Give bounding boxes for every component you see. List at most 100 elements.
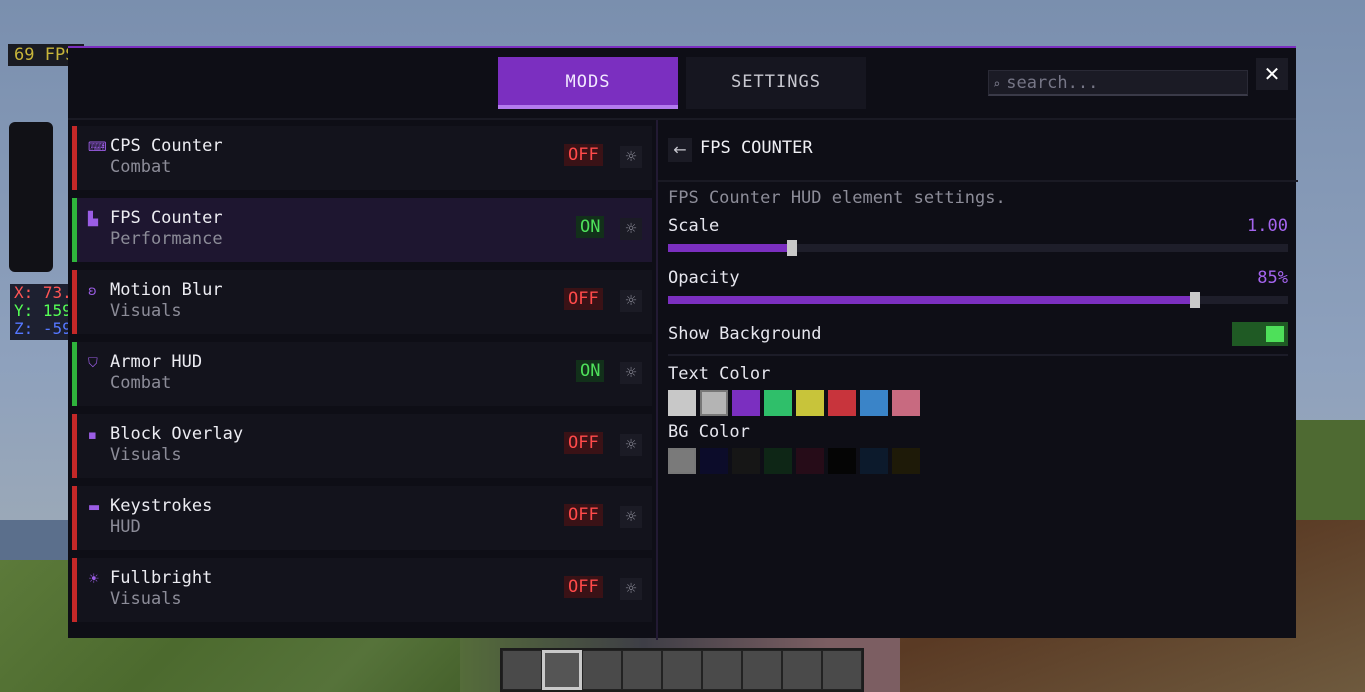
coord-z: Z: -59 <box>14 320 72 338</box>
opacity-slider-handle[interactable] <box>1190 292 1200 308</box>
gear-icon[interactable]: ☼ <box>620 506 642 528</box>
mod-status-stripe <box>72 126 77 190</box>
mod-name: Fullbright <box>110 568 213 588</box>
sun-icon: ☀ <box>88 572 100 587</box>
mod-toggle[interactable]: OFF <box>564 144 603 166</box>
text-color-label: Text Color <box>668 364 771 384</box>
mod-status-stripe <box>72 558 77 622</box>
hotbar-slot[interactable] <box>662 650 702 690</box>
text-color-swatches <box>668 390 920 416</box>
hotbar-slot-selected[interactable] <box>542 650 582 690</box>
hotbar-slot[interactable] <box>822 650 862 690</box>
color-swatch[interactable] <box>700 448 728 474</box>
color-swatch[interactable] <box>764 390 792 416</box>
show-background-toggle[interactable] <box>1232 322 1288 346</box>
scale-slider-handle[interactable] <box>787 240 797 256</box>
mod-status-stripe <box>72 486 77 550</box>
mod-name: Block Overlay <box>110 424 244 444</box>
mod-toggle[interactable]: OFF <box>564 576 603 598</box>
hotbar-slot[interactable] <box>742 650 782 690</box>
color-swatch[interactable] <box>764 448 792 474</box>
color-swatch[interactable] <box>796 448 824 474</box>
color-swatch[interactable] <box>796 390 824 416</box>
mod-category: Visuals <box>110 589 182 609</box>
color-swatch[interactable] <box>828 390 856 416</box>
pane-header: ← FPS COUNTER <box>658 120 1298 182</box>
search-input[interactable]: ⌕ search... <box>988 70 1248 96</box>
bg-color-label: BG Color <box>668 422 750 442</box>
color-swatch[interactable] <box>828 448 856 474</box>
toggle-knob <box>1266 326 1284 342</box>
coord-y: Y: 159 <box>14 302 72 320</box>
mod-category: Visuals <box>110 445 182 465</box>
opacity-label: Opacity <box>668 268 740 288</box>
mod-toggle[interactable]: OFF <box>564 432 603 454</box>
mod-category: Combat <box>110 157 172 177</box>
mod-row[interactable]: ʚ Motion Blur Visuals OFF ☼ <box>72 270 652 334</box>
color-swatch[interactable] <box>892 448 920 474</box>
color-swatch[interactable] <box>668 448 696 474</box>
mod-row[interactable]: ▙ FPS Counter Performance ON ☼ <box>72 198 652 262</box>
color-swatch[interactable] <box>732 390 760 416</box>
color-swatch[interactable] <box>860 390 888 416</box>
search-placeholder: search... <box>1006 73 1099 93</box>
gear-icon[interactable]: ☼ <box>620 290 642 312</box>
terrain <box>1296 420 1365 520</box>
mod-menu-panel: MODS SETTINGS ⌕ search... ✕ ⌨ CPS Counter C… <box>68 46 1298 640</box>
key-icon: ▬ <box>88 500 101 515</box>
mod-status-stripe <box>72 414 77 478</box>
hud-sidebar <box>9 122 53 272</box>
shield-icon: ⛉ <box>88 356 98 371</box>
mod-toggle[interactable]: OFF <box>564 504 603 526</box>
scale-value: 1.00 <box>1247 216 1288 236</box>
opacity-value: 85% <box>1257 268 1288 288</box>
hotbar-slot[interactable] <box>622 650 662 690</box>
bg-color-swatches <box>668 448 920 474</box>
mod-row[interactable]: ☀ Fullbright Visuals OFF ☼ <box>72 558 652 622</box>
mod-row[interactable]: ⌨ CPS Counter Combat OFF ☼ <box>72 126 652 190</box>
coord-x: X: 73. <box>14 284 72 302</box>
block-icon: ▪ <box>88 428 97 443</box>
show-background-label: Show Background <box>668 324 822 344</box>
mod-toggle[interactable]: OFF <box>564 288 603 310</box>
color-swatch[interactable] <box>892 390 920 416</box>
hotbar-slot[interactable] <box>502 650 542 690</box>
mod-status-stripe <box>72 198 77 262</box>
chart-icon: ▙ <box>88 212 98 227</box>
gear-icon[interactable]: ☼ <box>620 578 642 600</box>
gear-icon[interactable]: ☼ <box>620 146 642 168</box>
color-swatch[interactable] <box>860 448 888 474</box>
mod-toggle[interactable]: ON <box>576 216 605 238</box>
color-swatch[interactable] <box>700 390 728 416</box>
settings-description: FPS Counter HUD element settings. <box>668 188 1006 208</box>
gear-icon[interactable]: ☼ <box>620 434 642 456</box>
close-button[interactable]: ✕ <box>1256 58 1288 90</box>
hotbar-slot[interactable] <box>582 650 622 690</box>
tab-settings[interactable]: SETTINGS <box>686 57 866 109</box>
blur-icon: ʚ <box>88 284 97 299</box>
tab-mods[interactable]: MODS <box>498 57 678 109</box>
mod-row[interactable]: ⛉ Armor HUD Combat ON ☼ <box>72 342 652 406</box>
color-swatch[interactable] <box>668 390 696 416</box>
back-button[interactable]: ← <box>668 138 692 162</box>
hotbar-slot[interactable] <box>702 650 742 690</box>
mod-row[interactable]: ▬ Keystrokes HUD OFF ☼ <box>72 486 652 550</box>
hotbar-slot[interactable] <box>782 650 822 690</box>
top-bar: MODS SETTINGS ⌕ search... ✕ <box>68 48 1296 120</box>
opacity-slider[interactable] <box>668 292 1288 308</box>
mod-row[interactable]: ▪ Block Overlay Visuals OFF ☼ <box>72 414 652 478</box>
scale-slider[interactable] <box>668 240 1288 256</box>
gear-icon[interactable]: ☼ <box>620 218 642 240</box>
mod-name: CPS Counter <box>110 136 223 156</box>
gear-icon[interactable]: ☼ <box>620 362 642 384</box>
mod-name: Armor HUD <box>110 352 203 372</box>
color-swatch[interactable] <box>732 448 760 474</box>
pane-title: FPS COUNTER <box>700 138 813 158</box>
mod-name: Keystrokes <box>110 496 213 516</box>
mod-toggle[interactable]: ON <box>576 360 605 382</box>
mod-category: Visuals <box>110 301 182 321</box>
opacity-slider-fill <box>668 296 1195 304</box>
cps-icon: ⌨ <box>88 140 107 155</box>
mod-name: FPS Counter <box>110 208 223 228</box>
scale-slider-fill <box>668 244 792 252</box>
